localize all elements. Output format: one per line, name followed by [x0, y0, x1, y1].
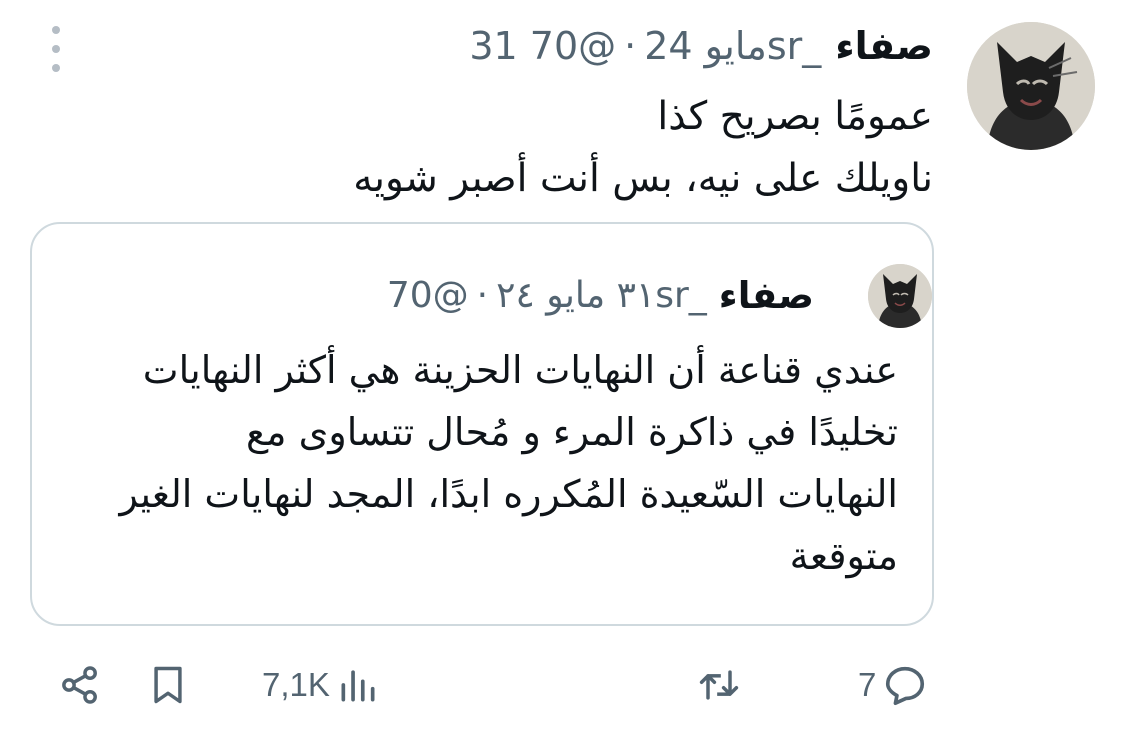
bookmark-icon	[154, 666, 182, 704]
bookmark-button[interactable]	[146, 660, 190, 710]
quoted-text-line: النهايات السّعيدة المُكرره ابدًا، المجد …	[119, 472, 898, 516]
tweet-header: صفاء 31 مايو 24·@70sr_	[469, 20, 933, 72]
quoted-handle-and-date: ٣١ مايو ٢٤·@70sr_	[387, 275, 707, 316]
tweet-text-line: ناويلك على نيه، بس أنت أصبر شويه	[353, 156, 933, 201]
more-options-button[interactable]	[44, 26, 68, 72]
views-count: 7,1K	[262, 666, 330, 703]
quoted-separator: ·	[476, 274, 489, 316]
date[interactable]: 31 مايو 24	[469, 24, 766, 68]
handle-and-date: 31 مايو 24·@70sr_	[469, 24, 821, 68]
quoted-text-line: عندي قناعة أن النهايات الحزينة هي أكثر ا…	[142, 348, 898, 392]
share-button[interactable]	[58, 660, 102, 710]
separator: ·	[624, 24, 637, 68]
avatar[interactable]	[967, 22, 1095, 150]
quoted-text-line: متوقعة	[789, 534, 898, 578]
quoted-text-line: تخليدًا في ذاكرة المرء و مُحال تتساوى مع	[245, 410, 898, 454]
avatar-image	[967, 22, 1095, 150]
more-vertical-icon	[52, 45, 60, 53]
tweet-text-line: عمومًا بصريح كذا	[657, 94, 933, 139]
views-icon	[341, 670, 375, 702]
reply-icon	[886, 666, 925, 706]
tweet: صفاء 31 مايو 24·@70sr_ عمومًا بصريح كذا …	[0, 0, 1125, 743]
more-vertical-icon	[52, 64, 60, 72]
share-icon	[62, 666, 97, 704]
quoted-avatar[interactable]	[868, 264, 932, 328]
quoted-date: ٣١ مايو ٢٤	[496, 274, 656, 316]
tweet-text: عمومًا بصريح كذا ناويلك على نيه، بس أنت …	[283, 86, 933, 210]
quoted-header: صفاء ٣١ مايو ٢٤·@70sr_	[387, 268, 814, 322]
quoted-text: عندي قناعة أن النهايات الحزينة هي أكثر ا…	[68, 339, 898, 587]
reply-count: 7	[858, 666, 877, 703]
retweet-icon	[699, 670, 739, 700]
action-bar: 7,1K 7	[0, 650, 1125, 720]
retweet-button[interactable]	[694, 660, 744, 710]
quoted-tweet[interactable]: صفاء ٣١ مايو ٢٤·@70sr_ عندي قناعة أن الن…	[30, 222, 934, 626]
display-name[interactable]: صفاء	[835, 24, 933, 68]
quoted-display-name[interactable]: صفاء	[719, 274, 814, 317]
quoted-avatar-image	[868, 264, 932, 328]
more-vertical-icon	[52, 26, 60, 34]
views-button[interactable]: 7,1K	[262, 660, 380, 710]
reply-button[interactable]: 7	[858, 660, 928, 710]
